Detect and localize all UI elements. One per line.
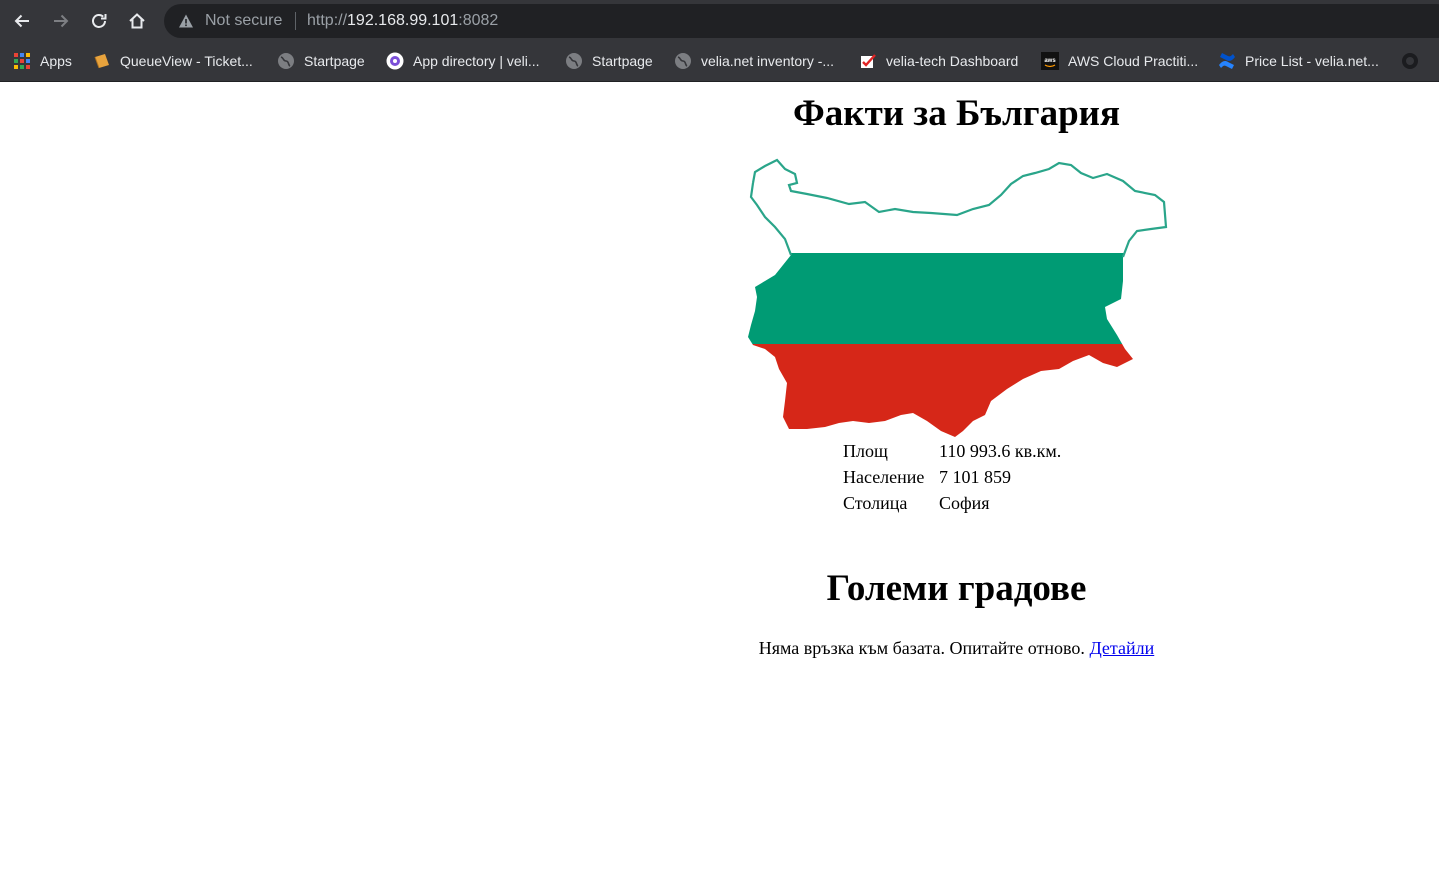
apps-grid-icon — [14, 53, 30, 69]
bookmark-dashboard[interactable]: velia-tech Dashboard — [859, 50, 1018, 72]
dashboard-icon — [861, 54, 876, 68]
flag-green-band — [748, 253, 1166, 344]
globe-icon — [278, 53, 294, 69]
bookmark-overflow[interactable] — [1401, 50, 1428, 72]
error-text: Няма връзка към базата. Опитайте отново. — [758, 638, 1085, 658]
svg-text:aws: aws — [1044, 58, 1056, 64]
warning-icon — [179, 14, 193, 28]
fact-row-area: Площ 110 993.6 кв.км. — [843, 440, 1103, 466]
bookmark-startpage-2[interactable]: Startpage — [565, 50, 653, 72]
url-host: 192.168.99.101 — [347, 12, 459, 29]
omnibox-divider — [295, 12, 296, 30]
home-button[interactable] — [122, 6, 152, 36]
back-arrow-icon — [14, 14, 29, 28]
fact-row-population: Население 7 101 859 — [843, 466, 1103, 492]
bulgaria-flag-map — [748, 158, 1168, 437]
browser-toolbar: Not secure http://192.168.99.101:8082 — [0, 0, 1439, 42]
queueview-icon — [94, 54, 109, 69]
bookmark-label: AWS Cloud Practiti... — [1068, 53, 1199, 69]
forward-arrow-icon — [54, 14, 69, 28]
flag-white-band — [748, 160, 1166, 253]
back-button[interactable] — [7, 6, 37, 36]
bookmark-label: Apps — [40, 53, 72, 69]
bookmark-label: Startpage — [592, 53, 653, 69]
bookmark-label: QueueView - Ticket... — [120, 53, 253, 69]
bookmark-app-directory[interactable]: App directory | veli... — [386, 50, 540, 72]
facts-table: Площ 110 993.6 кв.км. Население 7 101 85… — [843, 440, 1103, 518]
url-scheme: http:// — [307, 12, 348, 29]
page-title: Факти за България — [793, 93, 1120, 134]
bookmark-inventory[interactable]: velia.net inventory -... — [674, 50, 834, 72]
cities-heading: Големи градове — [826, 568, 1087, 609]
globe-icon — [675, 53, 691, 69]
aws-icon: aws — [1041, 52, 1059, 70]
forward-button[interactable] — [46, 6, 76, 36]
db-error-message: Няма връзка към базата. Опитайте отново.… — [600, 638, 1313, 659]
details-link[interactable]: Детайли — [1089, 638, 1154, 658]
url-port: :8082 — [458, 12, 499, 29]
flag-red-band — [748, 344, 1166, 437]
bookmark-label: App directory | veli... — [413, 53, 540, 69]
address-bar[interactable]: Not secure http://192.168.99.101:8082 — [164, 4, 1439, 38]
confluence-icon — [1219, 53, 1235, 69]
fact-label: Столица — [843, 493, 908, 513]
github-icon — [1402, 53, 1418, 69]
home-icon — [129, 13, 145, 29]
bookmark-aws[interactable]: aws AWS Cloud Practiti... — [1041, 50, 1198, 72]
fact-row-capital: Столица София — [843, 492, 1103, 518]
reload-button[interactable] — [84, 6, 114, 36]
bookmarks-bar: Apps QueueView - Ticket... Startpage App… — [0, 42, 1439, 82]
app-directory-icon — [386, 52, 404, 70]
bookmark-startpage-1[interactable]: Startpage — [277, 50, 365, 72]
globe-icon — [566, 53, 582, 69]
bookmark-label: Startpage — [304, 53, 365, 69]
fact-value: 110 993.6 кв.км. — [939, 441, 1062, 461]
bookmark-price-list[interactable]: Price List - velia.net... — [1218, 50, 1379, 72]
bookmark-label: velia-tech Dashboard — [886, 53, 1019, 69]
fact-value: София — [939, 493, 990, 513]
fact-label: Население — [843, 467, 925, 487]
fact-label: Площ — [843, 441, 888, 461]
bookmark-apps[interactable]: Apps — [13, 50, 72, 72]
bookmark-label: velia.net inventory -... — [701, 53, 835, 69]
fact-value: 7 101 859 — [939, 467, 1011, 487]
bookmark-queueview[interactable]: QueueView - Ticket... — [93, 50, 253, 72]
bookmark-label: Price List - velia.net... — [1245, 53, 1379, 69]
security-label[interactable]: Not secure — [205, 12, 282, 30]
url-text[interactable]: http://192.168.99.101:8082 — [307, 12, 498, 30]
reload-icon — [92, 14, 107, 28]
